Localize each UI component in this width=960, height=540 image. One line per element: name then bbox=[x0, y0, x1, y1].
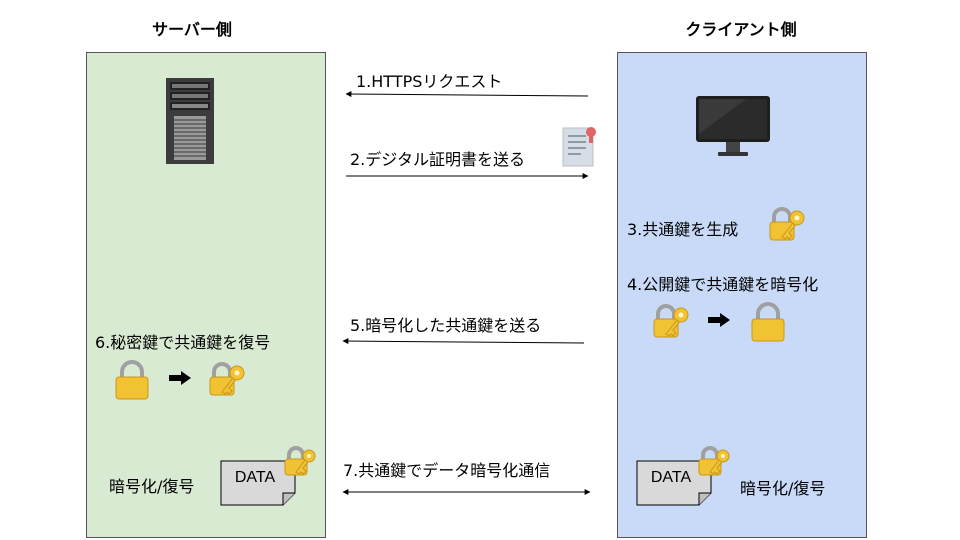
common-key-icon bbox=[769, 207, 805, 241]
server-icon bbox=[166, 78, 214, 164]
common-key-icon bbox=[284, 446, 316, 476]
common-key-icon bbox=[653, 304, 689, 338]
step-6-label: 6.秘密鍵で共通鍵を復号 bbox=[95, 333, 271, 352]
data-label: DATA bbox=[650, 469, 692, 486]
arrow-encrypted-key bbox=[342, 338, 585, 345]
lock-icon bbox=[751, 302, 785, 342]
server-crypto-label: 暗号化/復号 bbox=[109, 477, 195, 496]
certificate-icon bbox=[562, 127, 596, 167]
step-3-label: 3.共通鍵を生成 bbox=[627, 220, 739, 239]
client-side-title: クライアント側 bbox=[685, 20, 797, 39]
step-2-label: 2.デジタル証明書を送る bbox=[350, 150, 525, 169]
step-7-label: 7.共通鍵でデータ暗号化通信 bbox=[343, 461, 551, 480]
step-5-label: 5.暗号化した共通鍵を送る bbox=[350, 316, 542, 335]
step-4-label: 4.公開鍵で共通鍵を暗号化 bbox=[627, 275, 819, 294]
lock-icon bbox=[115, 360, 149, 400]
arrow-request bbox=[345, 91, 589, 98]
right-arrow-icon bbox=[708, 313, 730, 327]
client-crypto-label: 暗号化/復号 bbox=[740, 479, 826, 498]
common-key-icon bbox=[209, 362, 245, 396]
step-1-label: 1.HTTPSリクエスト bbox=[356, 72, 503, 91]
data-label: DATA bbox=[234, 469, 276, 486]
monitor-icon bbox=[696, 96, 770, 156]
right-arrow-icon bbox=[169, 371, 191, 385]
common-key-icon bbox=[698, 446, 730, 476]
server-side-title: サーバー側 bbox=[152, 20, 232, 39]
